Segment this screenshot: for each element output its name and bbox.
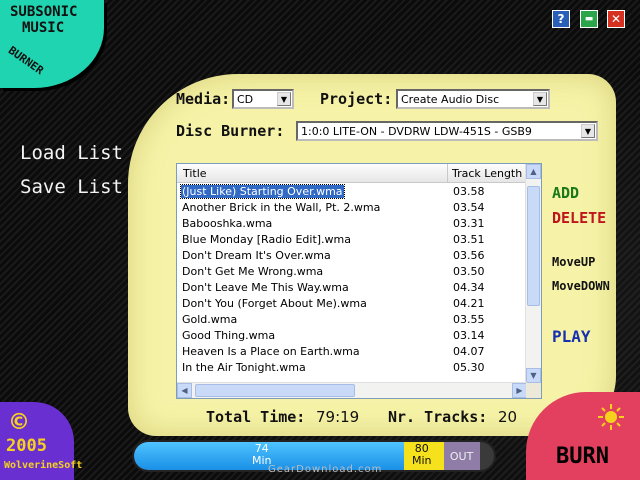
track-title: In the Air Tonight.wma [182,361,306,374]
help-icon: ? [557,12,565,26]
table-row[interactable]: In the Air Tonight.wma 05.30 [177,360,527,376]
track-title: Heaven Is a Place on Earth.wma [182,345,360,358]
vertical-scroll-thumb[interactable] [527,186,540,306]
track-count-value: 20 [498,408,518,426]
table-row[interactable]: (Just Like) Starting Over.wma 03.58 [177,184,527,200]
track-length: 03.50 [453,265,485,278]
help-button[interactable]: ? [552,10,570,28]
chevron-down-icon: ▼ [277,92,291,106]
track-length: 03.54 [453,201,485,214]
credit-year: 2005 [6,436,47,456]
track-title: Babooshka.wma [182,217,273,230]
table-row[interactable]: Blue Monday [Radio Edit].wma 03.51 [177,232,527,248]
table-row[interactable]: Another Brick in the Wall, Pt. 2.wma 03.5… [177,200,527,216]
scroll-up-icon[interactable]: ▲ [526,164,541,179]
credits-badge: © 2005 WolverineSoft [0,402,82,480]
logo-text-music: MUSIC [22,20,65,36]
save-list-button[interactable]: Save List [20,176,123,198]
horizontal-scroll-thumb[interactable] [195,384,355,397]
track-title: Good Thing.wma [182,329,276,342]
close-button[interactable]: ✕ [607,10,625,28]
total-time-value: 79:19 [316,408,360,426]
copyright-icon: © [8,410,30,435]
disc-burner-select[interactable]: 1:0:0 LITE-ON - DVDRW LDW-451S - GSB9 ▼ [296,121,598,141]
track-length: 04.07 [453,345,485,358]
track-length: 03.51 [453,233,485,246]
track-count-label: Nr. Tracks: [388,408,488,426]
track-title: Don't Get Me Wrong.wma [182,265,324,278]
add-button[interactable]: ADD [552,184,579,202]
minimize-button[interactable]: ▬ [580,10,598,28]
track-length: 03.14 [453,329,485,342]
table-row[interactable]: Don't Get Me Wrong.wma 03.50 [177,264,527,280]
table-row[interactable]: Don't You (Forget About Me).wma 04.21 [177,296,527,312]
logo-text-subsonic: SUBSONIC [10,4,78,20]
media-value: CD [237,92,254,106]
track-list[interactable]: Title Track Length (Just Like) Starting … [176,163,542,399]
total-time-label: Total Time: [206,408,306,426]
track-title: Blue Monday [Radio Edit].wma [182,233,352,246]
table-row[interactable]: Don't Dream It's Over.wma 03.56 [177,248,527,264]
track-length: 03.55 [453,313,485,326]
capacity-out-segment: OUT [443,442,480,470]
table-row[interactable]: Heaven Is a Place on Earth.wma 04.07 [177,344,527,360]
minimize-icon: ▬ [584,14,594,24]
track-length: 04.34 [453,281,485,294]
logo-text-burner: BURNER [5,43,46,78]
horizontal-scrollbar[interactable]: ◀ ▶ [177,382,527,398]
project-value: Create Audio Disc [401,92,500,106]
chevron-down-icon: ▼ [533,92,547,106]
column-title[interactable]: Title [183,167,207,180]
scroll-down-icon[interactable]: ▼ [526,368,541,383]
media-select[interactable]: CD ▼ [232,89,294,109]
track-title: Another Brick in the Wall, Pt. 2.wma [182,201,381,214]
close-icon: ✕ [610,12,622,26]
table-row[interactable]: Good Thing.wma 03.14 [177,328,527,344]
load-list-button[interactable]: Load List [20,142,123,164]
scroll-right-icon[interactable]: ▶ [512,383,527,398]
move-down-button[interactable]: MoveDOWN [552,279,610,293]
move-up-button[interactable]: MoveUP [552,255,595,269]
vertical-scrollbar[interactable]: ▲ ▼ [525,164,541,383]
play-button[interactable]: PLAY [552,327,591,346]
table-row[interactable]: Gold.wma 03.55 [177,312,527,328]
track-length: 04.21 [453,297,485,310]
track-length: 05.30 [453,361,485,374]
track-length: 03.56 [453,249,485,262]
column-track-length[interactable]: Track Length [452,167,522,180]
track-length: 03.31 [453,217,485,230]
delete-button[interactable]: DELETE [552,209,606,227]
chevron-down-icon: ▼ [581,124,595,138]
watermark: GearDownload.com [268,464,383,475]
project-select[interactable]: Create Audio Disc ▼ [396,89,550,109]
sun-icon [598,404,624,430]
track-title: Don't Dream It's Over.wma [182,249,331,262]
track-title: Don't You (Forget About Me).wma [182,297,367,310]
track-title: (Just Like) Starting Over.wma [180,184,345,199]
track-length: 03.58 [453,185,485,198]
capacity-80min-label: 80 Min [412,442,432,467]
capacity-out-label: OUT [449,449,474,463]
track-title: Gold.wma [182,313,238,326]
disc-burner-label: Disc Burner: [176,122,285,140]
track-list-header: Title Track Length [177,164,527,183]
project-label: Project: [320,90,393,108]
burn-button[interactable]: BURN [556,444,609,469]
table-row[interactable]: Don't Leave Me This Way.wma 04.34 [177,280,527,296]
track-title: Don't Leave Me This Way.wma [182,281,349,294]
table-row[interactable]: Babooshka.wma 03.31 [177,216,527,232]
media-label: Media: [176,90,231,108]
scroll-left-icon[interactable]: ◀ [177,383,192,398]
disc-burner-value: 1:0:0 LITE-ON - DVDRW LDW-451S - GSB9 [301,124,532,138]
credit-company: WolverineSoft [4,460,83,471]
